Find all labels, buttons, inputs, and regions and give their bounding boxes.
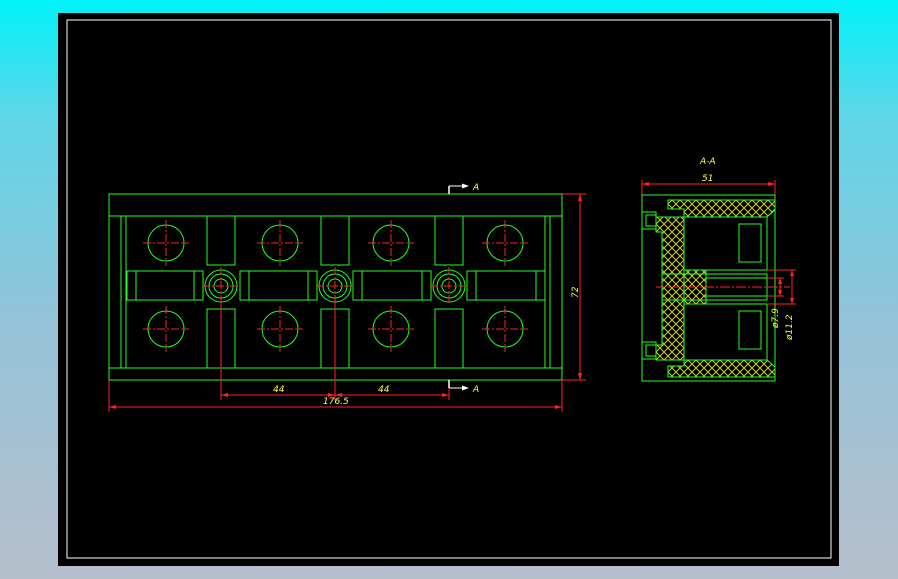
dim-bore-large: ø11.2 <box>785 314 795 341</box>
dim-section-width: 51 <box>702 174 713 184</box>
section-title: A-A <box>699 157 716 167</box>
terminal-bar-2 <box>239 270 318 301</box>
hatched-top-wall <box>667 199 776 218</box>
hatched-left-wall <box>655 216 685 361</box>
dim-pitch-2: 44 <box>378 385 390 395</box>
section-marker-top: A <box>448 183 479 194</box>
section-label-top: A <box>472 183 479 193</box>
section-label-bottom: A <box>472 385 479 395</box>
dim-height: 72 <box>571 286 581 298</box>
dim-overall-length: 176.5 <box>323 397 349 407</box>
terminal-bar-4 <box>466 270 546 301</box>
front-dimensions <box>108 193 586 412</box>
dim-pitch-1: 44 <box>273 385 285 395</box>
hatched-bottom-wall <box>667 359 776 378</box>
section-view <box>641 194 790 382</box>
terminal-bar-1 <box>126 270 204 301</box>
cad-drawing: A A 44 44 176.5 72 A-A 51 ø7.9 ø11.2 <box>66 19 832 559</box>
dim-bore-small: ø7.9 <box>771 308 781 329</box>
terminal-bar-3 <box>352 270 432 301</box>
section-marker-bottom: A <box>448 380 479 395</box>
